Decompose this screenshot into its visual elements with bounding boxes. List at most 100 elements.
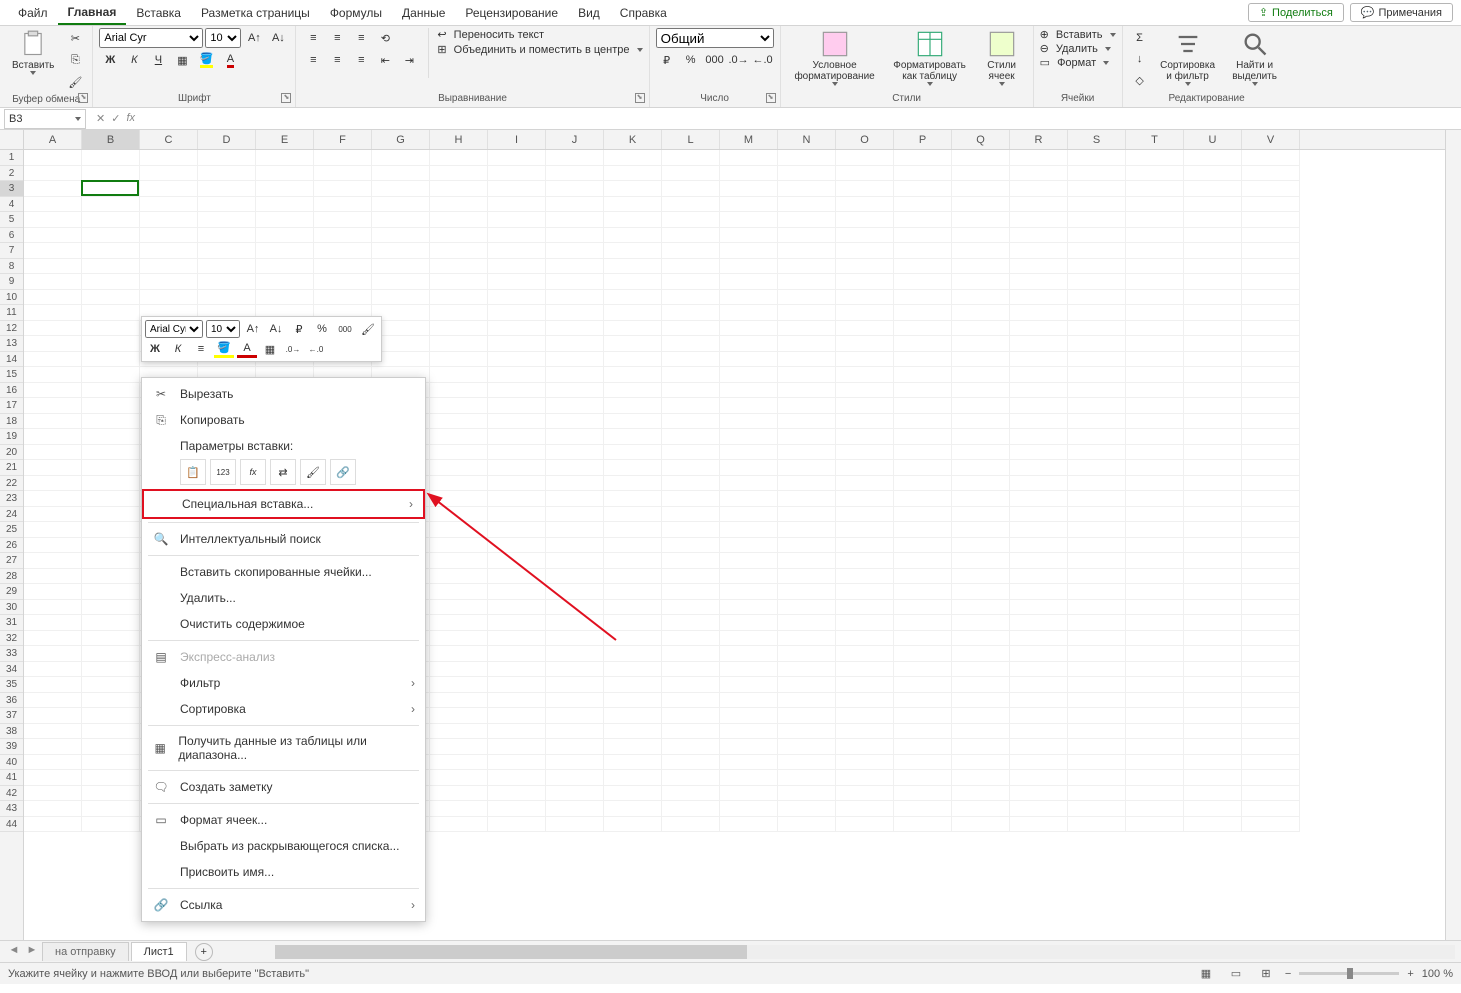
- row-header-24[interactable]: 24: [0, 507, 23, 523]
- tab-review[interactable]: Рецензирование: [455, 2, 568, 24]
- enter-formula-icon[interactable]: ✓: [111, 112, 120, 125]
- align-center-button[interactable]: ≡: [326, 50, 348, 70]
- find-select-button[interactable]: Найти и выделить: [1225, 28, 1285, 88]
- paste-opt-values[interactable]: 123: [210, 459, 236, 485]
- font-dialog-launcher[interactable]: ⬊: [281, 93, 291, 103]
- fx-icon[interactable]: fx: [126, 112, 135, 125]
- decrease-decimal-button[interactable]: ←.0: [752, 50, 774, 70]
- ctx-pick-from-dropdown[interactable]: Выбрать из раскрывающегося списка...: [142, 833, 425, 859]
- col-header-S[interactable]: S: [1068, 130, 1126, 149]
- font-color-button[interactable]: A: [219, 50, 241, 70]
- row-header-9[interactable]: 9: [0, 274, 23, 290]
- ctx-define-name[interactable]: Присвоить имя...: [142, 859, 425, 885]
- row-header-37[interactable]: 37: [0, 708, 23, 724]
- tab-view[interactable]: Вид: [568, 2, 610, 24]
- mini-italic[interactable]: К: [168, 340, 188, 358]
- col-header-T[interactable]: T: [1126, 130, 1184, 149]
- row-header-17[interactable]: 17: [0, 398, 23, 414]
- mini-font-size[interactable]: 10: [206, 320, 240, 338]
- row-header-28[interactable]: 28: [0, 569, 23, 585]
- formula-input[interactable]: [145, 109, 1461, 129]
- tab-page-layout[interactable]: Разметка страницы: [191, 2, 320, 24]
- row-header-34[interactable]: 34: [0, 662, 23, 678]
- row-header-39[interactable]: 39: [0, 739, 23, 755]
- share-button[interactable]: ⇪Поделиться: [1248, 3, 1344, 22]
- conditional-formatting-button[interactable]: Условное форматирование: [787, 28, 883, 88]
- cell-styles-button[interactable]: Стили ячеек: [977, 28, 1027, 88]
- row-header-29[interactable]: 29: [0, 584, 23, 600]
- tab-help[interactable]: Справка: [610, 2, 677, 24]
- mini-align[interactable]: ≡: [191, 340, 211, 358]
- col-header-I[interactable]: I: [488, 130, 546, 149]
- row-header-35[interactable]: 35: [0, 677, 23, 693]
- paste-opt-all[interactable]: 📋: [180, 459, 206, 485]
- cancel-formula-icon[interactable]: ✕: [96, 112, 105, 125]
- sheet-tab-0[interactable]: на отправку: [42, 942, 129, 961]
- add-sheet-button[interactable]: +: [195, 943, 213, 961]
- ctx-cut[interactable]: ✂Вырезать: [142, 381, 425, 407]
- row-header-12[interactable]: 12: [0, 321, 23, 337]
- ctx-link[interactable]: 🔗Ссылка›: [142, 892, 425, 918]
- sort-filter-button[interactable]: Сортировка и фильтр: [1155, 28, 1221, 88]
- fill-button[interactable]: ↓: [1129, 49, 1151, 69]
- italic-button[interactable]: К: [123, 50, 145, 70]
- row-header-10[interactable]: 10: [0, 290, 23, 306]
- vertical-scrollbar[interactable]: [1445, 130, 1461, 940]
- mini-comma[interactable]: 000: [335, 320, 355, 338]
- row-header-40[interactable]: 40: [0, 755, 23, 771]
- row-header-38[interactable]: 38: [0, 724, 23, 740]
- row-header-14[interactable]: 14: [0, 352, 23, 368]
- mini-bold[interactable]: Ж: [145, 340, 165, 358]
- zoom-in-button[interactable]: +: [1407, 968, 1413, 980]
- zoom-slider[interactable]: [1299, 972, 1399, 975]
- align-middle-button[interactable]: ≡: [326, 28, 348, 48]
- col-header-J[interactable]: J: [546, 130, 604, 149]
- align-left-button[interactable]: ≡: [302, 50, 324, 70]
- row-header-4[interactable]: 4: [0, 197, 23, 213]
- sheet-nav-next[interactable]: ►: [24, 944, 40, 960]
- format-painter-button[interactable]: 🖌: [64, 72, 86, 92]
- view-page-break-button[interactable]: ⊞: [1255, 965, 1277, 983]
- row-header-2[interactable]: 2: [0, 166, 23, 182]
- mini-font-grow[interactable]: A↑: [243, 320, 263, 338]
- ctx-clear-contents[interactable]: Очистить содержимое: [142, 611, 425, 637]
- orientation-button[interactable]: ⟲: [374, 28, 396, 48]
- row-header-15[interactable]: 15: [0, 367, 23, 383]
- col-header-F[interactable]: F: [314, 130, 372, 149]
- clipboard-dialog-launcher[interactable]: ⬊: [78, 93, 88, 103]
- col-header-G[interactable]: G: [372, 130, 430, 149]
- cut-button[interactable]: ✂: [64, 28, 86, 48]
- horizontal-scrollbar[interactable]: [275, 945, 1455, 959]
- row-header-25[interactable]: 25: [0, 522, 23, 538]
- delete-cells-button[interactable]: ⊖ Удалить: [1040, 42, 1111, 55]
- format-cells-button[interactable]: ▭ Формат: [1040, 56, 1110, 69]
- select-all-corner[interactable]: [0, 130, 23, 150]
- align-top-button[interactable]: ≡: [302, 28, 324, 48]
- paste-opt-link[interactable]: 🔗: [330, 459, 356, 485]
- mini-borders[interactable]: ▦: [260, 340, 280, 358]
- tab-insert[interactable]: Вставка: [126, 2, 191, 24]
- increase-font-button[interactable]: A↑: [243, 28, 265, 48]
- row-header-6[interactable]: 6: [0, 228, 23, 244]
- row-header-32[interactable]: 32: [0, 631, 23, 647]
- clear-button[interactable]: ◇: [1129, 70, 1151, 90]
- tab-home[interactable]: Главная: [58, 1, 127, 25]
- row-header-43[interactable]: 43: [0, 801, 23, 817]
- mini-font-shrink[interactable]: A↓: [266, 320, 286, 338]
- row-header-7[interactable]: 7: [0, 243, 23, 259]
- bold-button[interactable]: Ж: [99, 50, 121, 70]
- col-header-P[interactable]: P: [894, 130, 952, 149]
- col-header-K[interactable]: K: [604, 130, 662, 149]
- increase-decimal-button[interactable]: .0→: [728, 50, 750, 70]
- col-header-B[interactable]: B: [82, 130, 140, 149]
- mini-format-painter[interactable]: 🖌: [358, 320, 378, 338]
- col-header-N[interactable]: N: [778, 130, 836, 149]
- row-header-16[interactable]: 16: [0, 383, 23, 399]
- paste-opt-formatting[interactable]: 🖌: [300, 459, 326, 485]
- align-right-button[interactable]: ≡: [350, 50, 372, 70]
- row-header-36[interactable]: 36: [0, 693, 23, 709]
- comma-button[interactable]: 000: [704, 50, 726, 70]
- mini-dec-decimal[interactable]: ←.0: [306, 340, 326, 358]
- row-header-26[interactable]: 26: [0, 538, 23, 554]
- row-header-41[interactable]: 41: [0, 770, 23, 786]
